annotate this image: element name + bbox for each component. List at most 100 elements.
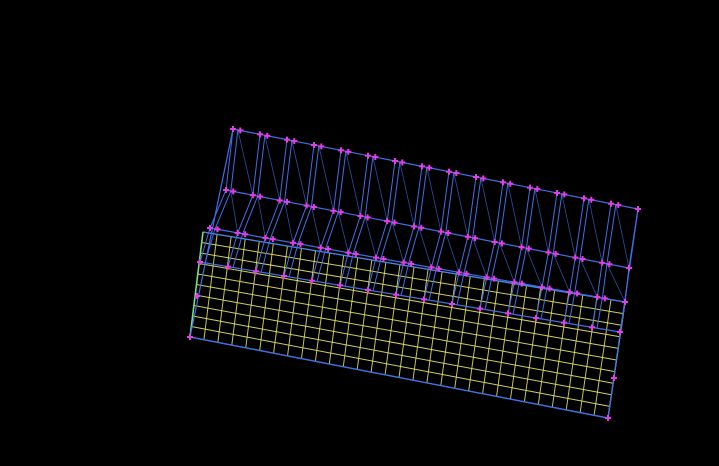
frame-brace bbox=[391, 222, 405, 263]
node-marker bbox=[491, 239, 498, 245]
node-marker bbox=[518, 244, 525, 251]
node-marker bbox=[545, 249, 552, 256]
node-marker bbox=[262, 234, 269, 241]
node-marker bbox=[234, 229, 241, 236]
node-marker bbox=[223, 187, 229, 193]
mesh-column-line bbox=[217, 236, 232, 343]
mesh-column-line bbox=[593, 299, 612, 416]
frame-brace bbox=[291, 140, 307, 206]
node-marker bbox=[284, 136, 290, 143]
frame-post bbox=[540, 193, 563, 319]
frame-brace bbox=[534, 188, 549, 253]
node-marker bbox=[566, 289, 573, 296]
node-marker bbox=[539, 284, 545, 291]
frame-brace bbox=[525, 247, 543, 288]
node-marker bbox=[421, 296, 427, 303]
node-marker bbox=[589, 324, 595, 331]
node-marker bbox=[257, 131, 263, 138]
frame-brace bbox=[372, 156, 388, 222]
mesh-column-line bbox=[454, 276, 471, 389]
node-marker bbox=[554, 190, 560, 196]
mesh-column-line bbox=[245, 241, 260, 348]
mesh-column-line bbox=[468, 278, 485, 392]
node-marker bbox=[365, 152, 371, 159]
mesh-column-line bbox=[412, 269, 429, 381]
frame-brace bbox=[364, 216, 377, 258]
frame-post bbox=[596, 204, 617, 329]
frame-post bbox=[260, 140, 293, 273]
frame-rail bbox=[189, 336, 609, 419]
frame-brace bbox=[399, 161, 415, 227]
frame-brace bbox=[579, 258, 598, 298]
node-marker bbox=[477, 305, 483, 312]
mesh-column-line bbox=[482, 280, 499, 394]
mesh-column-line bbox=[342, 257, 359, 367]
node-marker bbox=[446, 168, 452, 175]
frame-brace bbox=[552, 253, 571, 293]
node-marker bbox=[419, 163, 425, 170]
node-marker bbox=[330, 207, 337, 214]
mesh-column-line bbox=[314, 252, 331, 362]
node-marker bbox=[345, 249, 352, 256]
node-marker bbox=[599, 259, 606, 266]
mesh-column-line bbox=[328, 255, 345, 365]
frame-brace bbox=[561, 193, 576, 258]
cad-viewport[interactable] bbox=[0, 0, 719, 466]
frame-post bbox=[255, 139, 288, 272]
mesh-column-line bbox=[496, 283, 513, 397]
node-marker bbox=[437, 228, 444, 235]
mesh-column-line bbox=[287, 248, 302, 356]
node-marker bbox=[505, 310, 511, 317]
frame-post bbox=[568, 199, 590, 324]
node-marker bbox=[357, 213, 364, 219]
node-marker bbox=[303, 202, 310, 209]
frame-brace bbox=[588, 199, 603, 263]
frame-brace bbox=[499, 242, 515, 283]
node-marker bbox=[317, 244, 324, 251]
node-marker bbox=[411, 223, 418, 230]
node-marker bbox=[384, 218, 391, 225]
frame-brace bbox=[480, 177, 496, 243]
mesh-column-line bbox=[537, 290, 556, 405]
mesh-column-line bbox=[231, 238, 246, 346]
frame-brace bbox=[318, 145, 334, 211]
node-marker bbox=[626, 265, 632, 271]
node-marker bbox=[276, 197, 283, 204]
node-marker bbox=[473, 174, 479, 180]
mesh-column-line bbox=[356, 259, 373, 370]
node-marker bbox=[561, 319, 567, 326]
node-marker bbox=[622, 299, 628, 305]
frame-brace bbox=[426, 167, 442, 232]
frame-brace bbox=[237, 129, 254, 196]
node-marker bbox=[373, 254, 379, 261]
node-marker bbox=[527, 184, 533, 191]
mesh-column-line bbox=[440, 273, 457, 386]
frame-brace bbox=[284, 201, 294, 243]
node-marker bbox=[187, 334, 193, 340]
mesh-panel bbox=[189, 231, 626, 419]
mesh-column-line bbox=[300, 250, 317, 359]
mesh-column-line bbox=[509, 285, 528, 400]
node-marker bbox=[249, 192, 256, 199]
node-marker bbox=[594, 294, 601, 301]
node-marker bbox=[635, 206, 641, 212]
frame-brace bbox=[345, 151, 361, 217]
node-marker bbox=[533, 315, 539, 321]
mesh-column-line bbox=[565, 294, 584, 410]
mesh-column-line bbox=[259, 243, 274, 351]
node-marker bbox=[338, 147, 344, 154]
node-marker bbox=[230, 126, 236, 132]
frame-post bbox=[232, 135, 266, 268]
mesh-column-line bbox=[426, 271, 443, 383]
frame-brace bbox=[264, 135, 281, 201]
mesh-column-line bbox=[384, 264, 401, 375]
node-marker bbox=[464, 233, 471, 240]
frame-brace bbox=[230, 190, 239, 233]
frame-brace bbox=[418, 227, 432, 268]
node-marker bbox=[611, 375, 617, 381]
node-marker bbox=[617, 329, 623, 335]
mesh-outline bbox=[189, 231, 626, 419]
node-marker bbox=[311, 142, 317, 148]
mesh-column-line bbox=[398, 266, 415, 378]
node-marker bbox=[449, 301, 455, 307]
